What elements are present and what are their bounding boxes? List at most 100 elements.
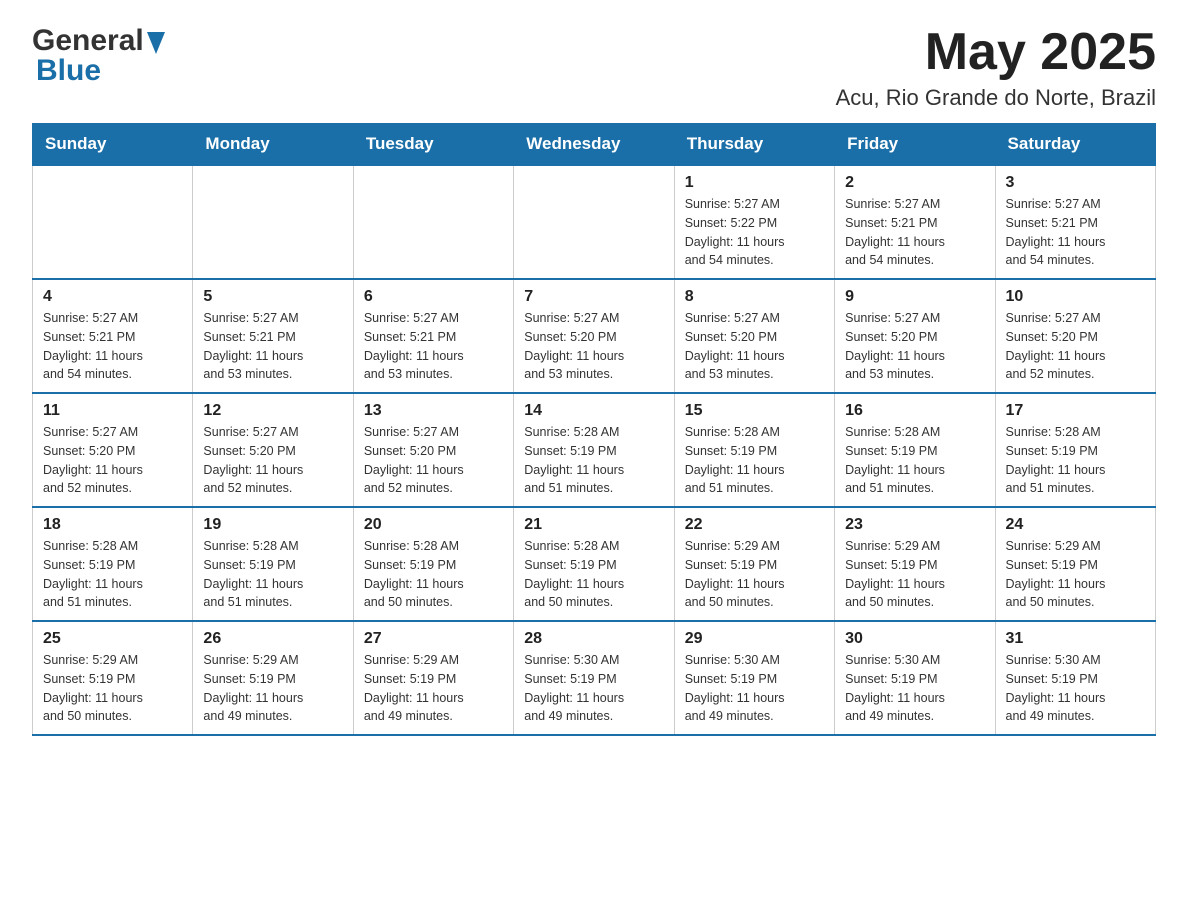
day-info: Sunrise: 5:27 AM Sunset: 5:20 PM Dayligh… bbox=[43, 423, 182, 498]
calendar-cell: 5 Sunrise: 5:27 AM Sunset: 5:21 PM Daylig… bbox=[193, 279, 353, 393]
day-info: Sunrise: 5:30 AM Sunset: 5:19 PM Dayligh… bbox=[524, 651, 663, 726]
calendar-cell: 7 Sunrise: 5:27 AM Sunset: 5:20 PM Daylig… bbox=[514, 279, 674, 393]
day-info: Sunrise: 5:27 AM Sunset: 5:20 PM Dayligh… bbox=[524, 309, 663, 384]
calendar-cell: 22 Sunrise: 5:29 AM Sunset: 5:19 PM Dayli… bbox=[674, 507, 834, 621]
calendar-cell: 23 Sunrise: 5:29 AM Sunset: 5:19 PM Dayli… bbox=[835, 507, 995, 621]
calendar-cell: 26Sunrise: 5:29 AM Sunset: 5:19 PM Dayli… bbox=[193, 621, 353, 735]
calendar-header-thursday: Thursday bbox=[674, 124, 834, 166]
day-number: 30 bbox=[845, 630, 984, 648]
calendar-cell: 13Sunrise: 5:27 AM Sunset: 5:20 PM Dayli… bbox=[353, 393, 513, 507]
day-info: Sunrise: 5:28 AM Sunset: 5:19 PM Dayligh… bbox=[1006, 423, 1145, 498]
calendar-cell: 28 Sunrise: 5:30 AM Sunset: 5:19 PM Dayli… bbox=[514, 621, 674, 735]
logo-general-text: General bbox=[32, 24, 144, 58]
day-number: 22 bbox=[685, 516, 824, 534]
day-info: Sunrise: 5:28 AM Sunset: 5:19 PM Dayligh… bbox=[203, 537, 342, 612]
calendar-cell: 1 Sunrise: 5:27 AM Sunset: 5:22 PM Daylig… bbox=[674, 165, 834, 279]
day-info: Sunrise: 5:27 AM Sunset: 5:21 PM Dayligh… bbox=[364, 309, 503, 384]
day-info: Sunrise: 5:29 AM Sunset: 5:19 PM Dayligh… bbox=[43, 651, 182, 726]
day-number: 27 bbox=[364, 630, 503, 648]
calendar-header-monday: Monday bbox=[193, 124, 353, 166]
day-info: Sunrise: 5:27 AM Sunset: 5:21 PM Dayligh… bbox=[43, 309, 182, 384]
day-number: 24 bbox=[1006, 516, 1145, 534]
calendar-cell bbox=[353, 165, 513, 279]
day-info: Sunrise: 5:27 AM Sunset: 5:20 PM Dayligh… bbox=[1006, 309, 1145, 384]
day-number: 19 bbox=[203, 516, 342, 534]
day-number: 16 bbox=[845, 402, 984, 420]
day-number: 10 bbox=[1006, 288, 1145, 306]
calendar-cell: 12 Sunrise: 5:27 AM Sunset: 5:20 PM Dayli… bbox=[193, 393, 353, 507]
calendar-cell: 30 Sunrise: 5:30 AM Sunset: 5:19 PM Dayli… bbox=[835, 621, 995, 735]
day-number: 17 bbox=[1006, 402, 1145, 420]
day-info: Sunrise: 5:29 AM Sunset: 5:19 PM Dayligh… bbox=[685, 537, 824, 612]
calendar-table: SundayMondayTuesdayWednesdayThursdayFrid… bbox=[32, 123, 1156, 736]
day-info: Sunrise: 5:28 AM Sunset: 5:19 PM Dayligh… bbox=[364, 537, 503, 612]
day-info: Sunrise: 5:27 AM Sunset: 5:20 PM Dayligh… bbox=[203, 423, 342, 498]
calendar-cell: 27 Sunrise: 5:29 AM Sunset: 5:19 PM Dayli… bbox=[353, 621, 513, 735]
calendar-cell: 21 Sunrise: 5:28 AM Sunset: 5:19 PM Dayli… bbox=[514, 507, 674, 621]
calendar-cell: 9 Sunrise: 5:27 AM Sunset: 5:20 PM Daylig… bbox=[835, 279, 995, 393]
calendar-header-friday: Friday bbox=[835, 124, 995, 166]
calendar-cell: 31 Sunrise: 5:30 AM Sunset: 5:19 PM Dayli… bbox=[995, 621, 1155, 735]
logo-triangle-icon bbox=[147, 32, 165, 54]
calendar-cell: 4 Sunrise: 5:27 AM Sunset: 5:21 PM Daylig… bbox=[33, 279, 193, 393]
calendar-week-row: 4 Sunrise: 5:27 AM Sunset: 5:21 PM Daylig… bbox=[33, 279, 1156, 393]
day-info: Sunrise: 5:27 AM Sunset: 5:20 PM Dayligh… bbox=[685, 309, 824, 384]
day-number: 29 bbox=[685, 630, 824, 648]
day-number: 20 bbox=[364, 516, 503, 534]
day-number: 15 bbox=[685, 402, 824, 420]
calendar-week-row: 11Sunrise: 5:27 AM Sunset: 5:20 PM Dayli… bbox=[33, 393, 1156, 507]
calendar-cell: 17 Sunrise: 5:28 AM Sunset: 5:19 PM Dayli… bbox=[995, 393, 1155, 507]
day-info: Sunrise: 5:28 AM Sunset: 5:19 PM Dayligh… bbox=[43, 537, 182, 612]
day-info: Sunrise: 5:29 AM Sunset: 5:19 PM Dayligh… bbox=[1006, 537, 1145, 612]
day-number: 18 bbox=[43, 516, 182, 534]
day-info: Sunrise: 5:30 AM Sunset: 5:19 PM Dayligh… bbox=[1006, 651, 1145, 726]
calendar-cell: 15 Sunrise: 5:28 AM Sunset: 5:19 PM Dayli… bbox=[674, 393, 834, 507]
calendar-cell: 29Sunrise: 5:30 AM Sunset: 5:19 PM Dayli… bbox=[674, 621, 834, 735]
calendar-cell: 24 Sunrise: 5:29 AM Sunset: 5:19 PM Dayli… bbox=[995, 507, 1155, 621]
day-number: 31 bbox=[1006, 630, 1145, 648]
calendar-header-row: SundayMondayTuesdayWednesdayThursdayFrid… bbox=[33, 124, 1156, 166]
day-number: 28 bbox=[524, 630, 663, 648]
calendar-cell bbox=[193, 165, 353, 279]
logo: General Blue bbox=[32, 24, 165, 88]
calendar-cell: 3Sunrise: 5:27 AM Sunset: 5:21 PM Daylig… bbox=[995, 165, 1155, 279]
day-number: 9 bbox=[845, 288, 984, 306]
logo-blue-text: Blue bbox=[36, 54, 101, 88]
day-info: Sunrise: 5:28 AM Sunset: 5:19 PM Dayligh… bbox=[845, 423, 984, 498]
month-title: May 2025 bbox=[836, 24, 1156, 81]
day-number: 2 bbox=[845, 174, 984, 192]
day-number: 21 bbox=[524, 516, 663, 534]
day-info: Sunrise: 5:27 AM Sunset: 5:22 PM Dayligh… bbox=[685, 195, 824, 270]
calendar-cell: 18 Sunrise: 5:28 AM Sunset: 5:19 PM Dayli… bbox=[33, 507, 193, 621]
day-number: 5 bbox=[203, 288, 342, 306]
day-number: 6 bbox=[364, 288, 503, 306]
page-header: General Blue May 2025 Acu, Rio Grande do… bbox=[32, 24, 1156, 111]
day-info: Sunrise: 5:27 AM Sunset: 5:20 PM Dayligh… bbox=[845, 309, 984, 384]
day-info: Sunrise: 5:27 AM Sunset: 5:21 PM Dayligh… bbox=[203, 309, 342, 384]
calendar-cell: 25Sunrise: 5:29 AM Sunset: 5:19 PM Dayli… bbox=[33, 621, 193, 735]
day-number: 1 bbox=[685, 174, 824, 192]
day-number: 4 bbox=[43, 288, 182, 306]
day-info: Sunrise: 5:29 AM Sunset: 5:19 PM Dayligh… bbox=[845, 537, 984, 612]
calendar-header-wednesday: Wednesday bbox=[514, 124, 674, 166]
day-info: Sunrise: 5:28 AM Sunset: 5:19 PM Dayligh… bbox=[524, 537, 663, 612]
day-info: Sunrise: 5:29 AM Sunset: 5:19 PM Dayligh… bbox=[203, 651, 342, 726]
day-info: Sunrise: 5:29 AM Sunset: 5:19 PM Dayligh… bbox=[364, 651, 503, 726]
day-info: Sunrise: 5:27 AM Sunset: 5:21 PM Dayligh… bbox=[1006, 195, 1145, 270]
calendar-cell bbox=[514, 165, 674, 279]
day-number: 14 bbox=[524, 402, 663, 420]
day-info: Sunrise: 5:30 AM Sunset: 5:19 PM Dayligh… bbox=[845, 651, 984, 726]
day-number: 12 bbox=[203, 402, 342, 420]
day-info: Sunrise: 5:28 AM Sunset: 5:19 PM Dayligh… bbox=[685, 423, 824, 498]
calendar-cell: 6 Sunrise: 5:27 AM Sunset: 5:21 PM Daylig… bbox=[353, 279, 513, 393]
day-number: 23 bbox=[845, 516, 984, 534]
calendar-header-saturday: Saturday bbox=[995, 124, 1155, 166]
calendar-week-row: 25Sunrise: 5:29 AM Sunset: 5:19 PM Dayli… bbox=[33, 621, 1156, 735]
title-section: May 2025 Acu, Rio Grande do Norte, Brazi… bbox=[836, 24, 1156, 111]
calendar-header-tuesday: Tuesday bbox=[353, 124, 513, 166]
calendar-cell bbox=[33, 165, 193, 279]
calendar-cell: 2Sunrise: 5:27 AM Sunset: 5:21 PM Daylig… bbox=[835, 165, 995, 279]
day-number: 7 bbox=[524, 288, 663, 306]
day-info: Sunrise: 5:28 AM Sunset: 5:19 PM Dayligh… bbox=[524, 423, 663, 498]
calendar-cell: 11Sunrise: 5:27 AM Sunset: 5:20 PM Dayli… bbox=[33, 393, 193, 507]
